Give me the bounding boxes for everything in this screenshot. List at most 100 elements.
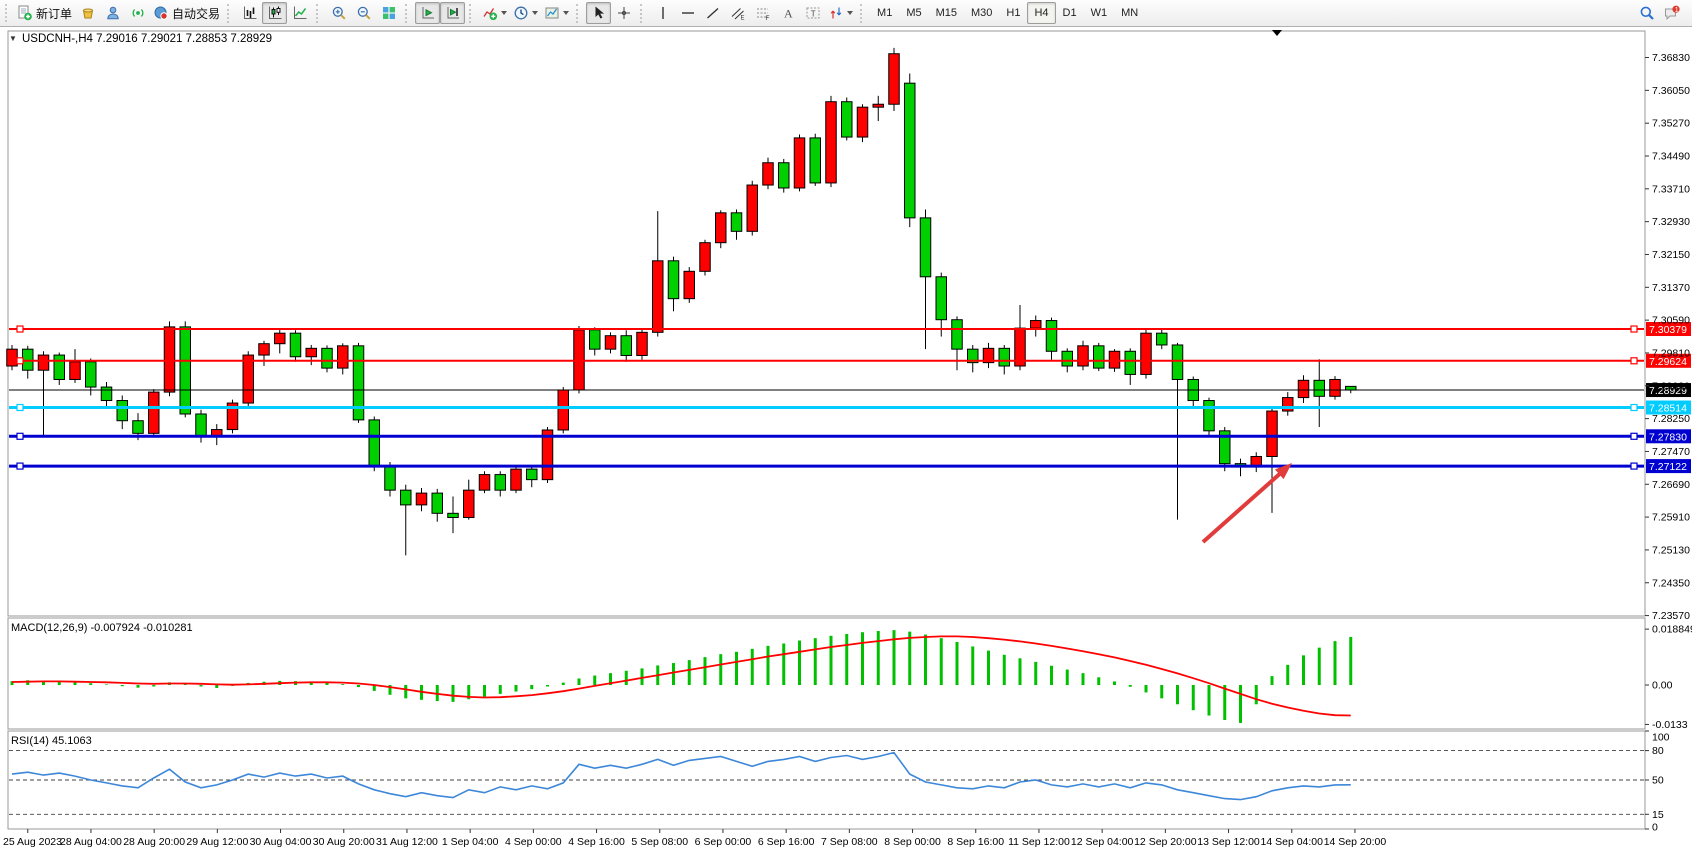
time-tick-label: 30 Aug 04:00 (250, 836, 312, 848)
timeframe-m15-button[interactable]: M15 (929, 2, 964, 24)
horizontal-line-tool-button[interactable] (675, 2, 700, 24)
text-label-tool-button[interactable]: T (800, 2, 825, 24)
line-handle[interactable] (17, 463, 23, 469)
chart-shift-button[interactable] (440, 2, 465, 24)
new-order-button[interactable]: 新订单 (14, 2, 75, 24)
svg-text:T: T (810, 10, 815, 19)
time-tick-label: 6 Sep 16:00 (758, 836, 815, 848)
chart-line-icon (292, 5, 308, 21)
auto-scroll-button[interactable] (415, 2, 440, 24)
zoom-in-button[interactable] (326, 2, 351, 24)
price-tick-label: 7.36050 (1652, 85, 1690, 97)
styler-button[interactable] (75, 2, 100, 24)
macd-chart-panel[interactable] (8, 618, 1645, 729)
price-tick-label: 7.25130 (1652, 544, 1690, 556)
bar-chart-button[interactable] (237, 2, 262, 24)
toolbar-grip[interactable] (5, 4, 11, 22)
vertical-line-tool-button[interactable] (650, 2, 675, 24)
line-handle[interactable] (17, 433, 23, 439)
profile-icon (105, 5, 121, 21)
line-handle[interactable] (17, 358, 23, 364)
time-axis[interactable]: 25 Aug 202328 Aug 04:0028 Aug 20:0029 Au… (3, 829, 1386, 848)
macd-tick-label: 0.018849 (1652, 624, 1692, 636)
zoom-out-icon (356, 5, 372, 21)
line-handle[interactable] (1631, 433, 1637, 439)
text-a-icon: A (780, 5, 796, 21)
rsi-tick-label: 100 (1652, 732, 1670, 744)
trendline-icon (705, 5, 721, 21)
timeframe-w1-button[interactable]: W1 (1084, 2, 1115, 24)
time-tick-label: 31 Aug 12:00 (376, 836, 438, 848)
text-tool-button[interactable]: A (775, 2, 800, 24)
price-tick-label: 7.25910 (1652, 512, 1690, 524)
time-tick-label: 12 Sep 04:00 (1071, 836, 1134, 848)
templates-button[interactable] (541, 2, 572, 24)
time-tick-label: 25 Aug 2023 (3, 836, 62, 848)
indicators-button[interactable] (479, 2, 510, 24)
chat-icon: 1 (1664, 5, 1680, 21)
toolbar-separator (469, 4, 475, 23)
symbol-collapse-icon[interactable]: ▼ (9, 34, 17, 43)
chat-button[interactable]: 1 (1659, 2, 1684, 24)
line-handle[interactable] (1631, 463, 1637, 469)
trendline-tool-button[interactable] (700, 2, 725, 24)
timeframe-d1-button[interactable]: D1 (1056, 2, 1084, 24)
template-icon (544, 5, 560, 21)
time-tick-label: 8 Sep 00:00 (884, 836, 941, 848)
svg-text:A: A (784, 7, 793, 21)
arrows-tool-button[interactable] (825, 2, 856, 24)
profiles-button[interactable] (100, 2, 125, 24)
timeframe-h1-button[interactable]: H1 (999, 2, 1027, 24)
autoscroll-icon (420, 5, 436, 21)
arrows-icon (828, 5, 844, 21)
search-button[interactable] (1634, 2, 1659, 24)
svg-text:1: 1 (1674, 7, 1678, 14)
candle-chart-button[interactable] (262, 2, 287, 24)
line-handle[interactable] (17, 326, 23, 332)
price-tick-label: 7.26690 (1652, 479, 1690, 491)
rsi-tick-label: 0 (1652, 822, 1658, 834)
rsi-tick-label: 15 (1652, 809, 1664, 821)
line-handle[interactable] (1631, 326, 1637, 332)
cursor-icon (591, 5, 607, 21)
crosshair-tool-button[interactable] (611, 2, 636, 24)
rsi-chart-panel[interactable] (8, 731, 1645, 829)
main-toolbar: 新订单 自动交易 EFA T M1M5M15M30H1H4D1W1MN 1 (0, 0, 1692, 27)
time-tick-label: 7 Sep 08:00 (821, 836, 878, 848)
clock-icon (513, 5, 529, 21)
price-tick-label: 7.27470 (1652, 446, 1690, 458)
timeframe-mn-button[interactable]: MN (1114, 2, 1145, 24)
timeframe-m5-button[interactable]: M5 (899, 2, 928, 24)
signals-button[interactable] (125, 2, 150, 24)
autotrade-button[interactable]: 自动交易 (150, 2, 223, 24)
timeframe-h4-button[interactable]: H4 (1027, 2, 1055, 24)
line-handle[interactable] (1631, 358, 1637, 364)
time-tick-label: 28 Aug 20:00 (123, 836, 185, 848)
chart-title-ohlc: USDCNH-,H4 7.29016 7.29021 7.28853 7.289… (22, 33, 272, 45)
time-tick-label: 12 Sep 20:00 (1134, 836, 1197, 848)
price-badge-label: 7.27830 (1649, 431, 1687, 443)
line-chart-button[interactable] (287, 2, 312, 24)
chart-area[interactable]: 7.303797.296247.289297.285147.278307.271… (0, 27, 1692, 857)
time-tick-label: 11 Sep 12:00 (1008, 836, 1070, 848)
fibonacci-tool-button[interactable]: F (750, 2, 775, 24)
tile-windows-button[interactable] (376, 2, 401, 24)
text-label-icon: T (805, 5, 821, 21)
cursor-tool-button[interactable] (586, 2, 611, 24)
price-tick-label: 7.32150 (1652, 249, 1690, 261)
line-handle[interactable] (1631, 405, 1637, 411)
hline-icon (680, 5, 696, 21)
price-badge-label: 7.27122 (1649, 461, 1687, 473)
fibo-icon: F (755, 5, 771, 21)
zoom-out-button[interactable] (351, 2, 376, 24)
rsi-tick-label: 80 (1652, 745, 1664, 757)
periods-button[interactable] (510, 2, 541, 24)
time-tick-label: 14 Sep 20:00 (1324, 836, 1387, 848)
line-handle[interactable] (17, 405, 23, 411)
timeframe-m30-button[interactable]: M30 (964, 2, 999, 24)
channel-tool-button[interactable]: E (725, 2, 750, 24)
price-tick-label: 7.33710 (1652, 183, 1690, 195)
chart-bar-icon (242, 5, 258, 21)
price-axis[interactable]: 7.368307.360507.352707.344907.337107.329… (1645, 52, 1690, 622)
timeframe-m1-button[interactable]: M1 (870, 2, 899, 24)
